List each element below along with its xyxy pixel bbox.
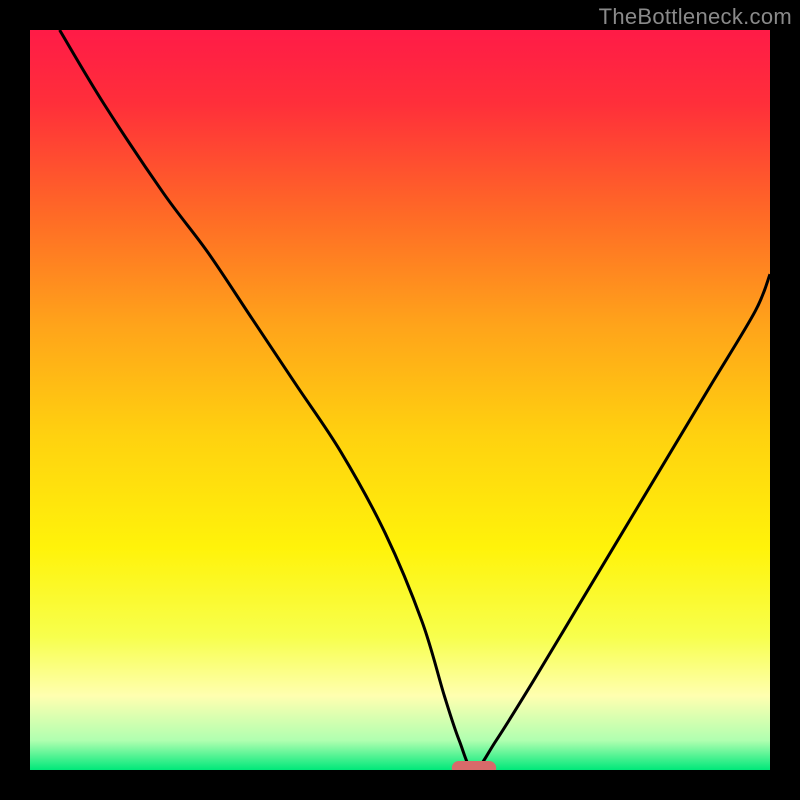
- watermark-text: TheBottleneck.com: [599, 4, 792, 30]
- chart-frame: TheBottleneck.com: [0, 0, 800, 800]
- gradient-background: [30, 30, 770, 770]
- plot-svg: [30, 30, 770, 770]
- optimal-marker: [452, 761, 496, 770]
- plot-area: [30, 30, 770, 770]
